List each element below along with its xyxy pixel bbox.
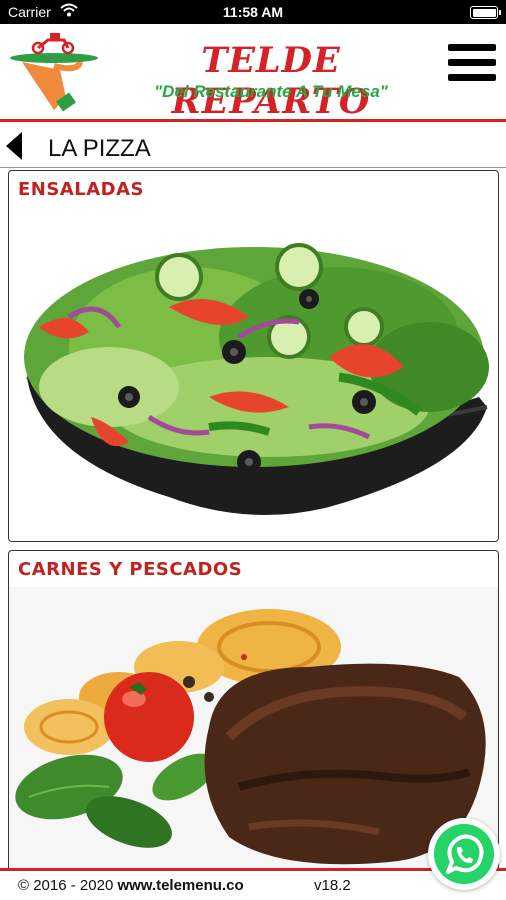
back-button[interactable]: [6, 132, 26, 160]
copyright-text: © 2016 - 2020 www.telemenu.co: [18, 877, 244, 894]
category-label: CARNES Y PESCADOS: [18, 559, 243, 580]
copyright-years: © 2016 - 2020: [18, 877, 118, 894]
battery-icon: [470, 6, 501, 19]
brand-name: TELDE REPARTO: [171, 40, 371, 122]
app-version: v18.2: [314, 877, 351, 894]
steak-pasta-photo: [9, 587, 498, 871]
hamburger-menu-icon[interactable]: [448, 44, 496, 90]
website-link[interactable]: www.telemenu.co: [117, 877, 243, 894]
breadcrumb: LA PIZZA: [0, 124, 506, 168]
brand-tagline: "Del Restaurante A Tu Mesa": [154, 82, 388, 101]
header-divider: [0, 119, 506, 122]
status-time: 11:58 AM: [222, 4, 284, 20]
app-header: TELDE REPARTO "Del Restaurante A Tu Mesa…: [0, 24, 506, 122]
back-arrow-icon: [6, 132, 22, 160]
page-title: LA PIZZA: [48, 135, 151, 162]
whatsapp-icon: [434, 824, 494, 884]
category-card-carnes-y-pescados[interactable]: CARNES Y PESCADOS: [8, 550, 499, 872]
waiter-scooter-logo: [8, 32, 100, 114]
category-card-ensaladas[interactable]: ENSALADAS: [8, 170, 499, 542]
whatsapp-button[interactable]: [428, 818, 500, 890]
category-label: ENSALADAS: [18, 179, 144, 200]
salad-bowl-photo: [9, 207, 498, 541]
status-bar: Carrier 11:58 AM: [0, 0, 506, 24]
